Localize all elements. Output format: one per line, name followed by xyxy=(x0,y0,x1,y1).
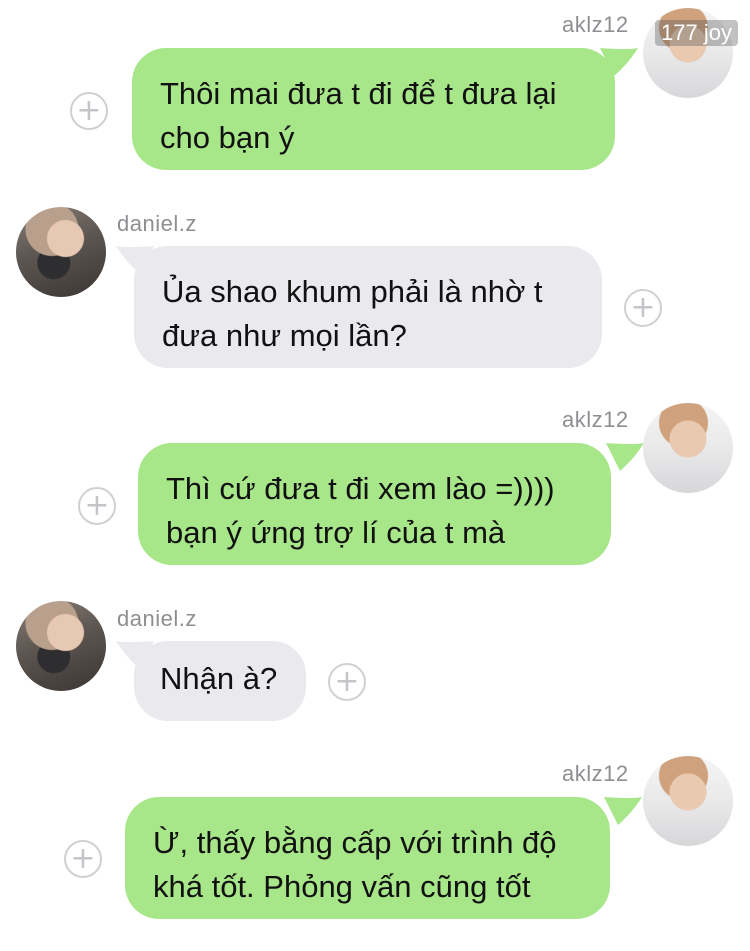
plus-icon: + xyxy=(334,664,360,699)
avatar[interactable] xyxy=(16,601,106,691)
message-bubble[interactable]: Ủa shao khum phải là nhờ t đưa như mọi l… xyxy=(134,246,602,368)
message-bubble[interactable]: Thôi mai đưa t đi để t đưa lại cho bạn ý xyxy=(132,48,615,170)
avatar[interactable] xyxy=(16,207,106,297)
plus-icon: + xyxy=(76,93,102,128)
message-bubble[interactable]: Nhận à? xyxy=(134,641,306,721)
message-bubble[interactable]: Thì cứ đưa t đi xem lào =)))) bạn ý ứng … xyxy=(138,443,611,565)
plus-icon: + xyxy=(70,841,96,876)
add-reaction-button[interactable]: + xyxy=(624,289,662,327)
bubble-tail xyxy=(604,797,642,825)
message-bubble[interactable]: Ừ, thấy bằng cấp với trình độ khá tốt. P… xyxy=(125,797,610,919)
plus-icon: + xyxy=(630,290,656,325)
sender-name: aklz12 xyxy=(562,761,629,786)
avatar[interactable] xyxy=(643,403,733,493)
add-reaction-button[interactable]: + xyxy=(78,487,116,525)
sender-name: daniel.z xyxy=(117,606,197,631)
add-reaction-button[interactable]: + xyxy=(64,840,102,878)
plus-icon: + xyxy=(84,488,110,523)
add-reaction-button[interactable]: + xyxy=(328,663,366,701)
sender-name: daniel.z xyxy=(117,211,197,236)
sender-name: aklz12 xyxy=(562,407,629,432)
avatar[interactable] xyxy=(643,756,733,846)
overlay-badge: 177 joy xyxy=(655,20,738,46)
add-reaction-button[interactable]: + xyxy=(70,92,108,130)
sender-name: aklz12 xyxy=(562,12,629,37)
bubble-tail xyxy=(606,443,644,471)
